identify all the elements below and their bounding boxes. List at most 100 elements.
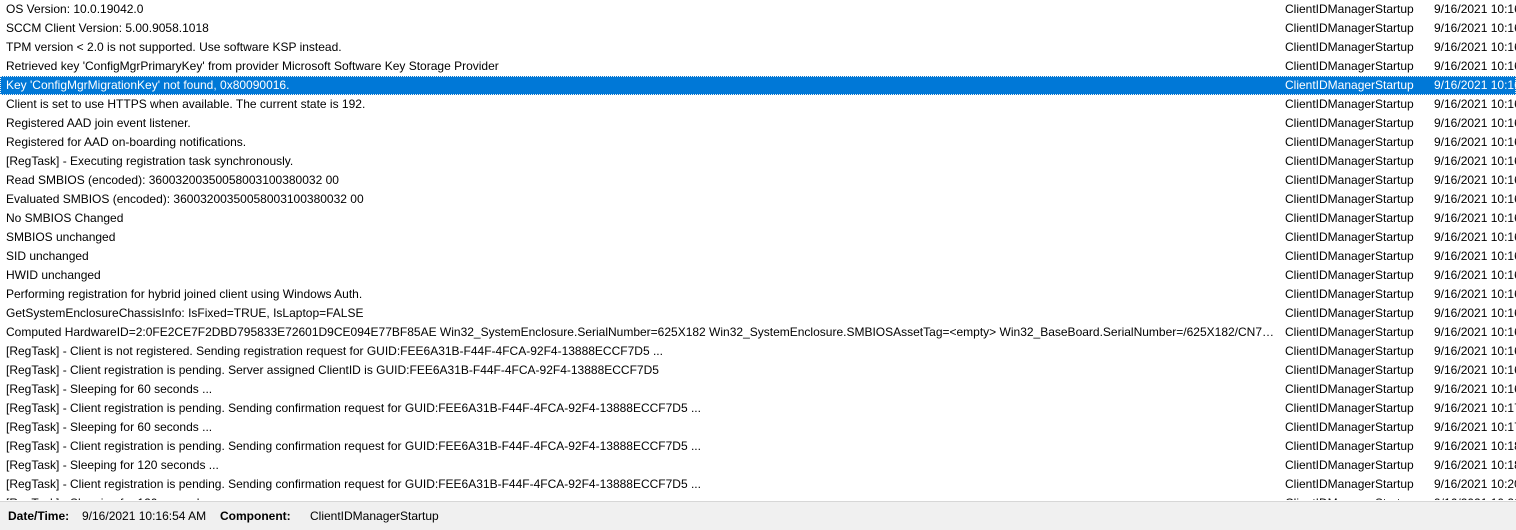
log-component: ClientIDManagerStartup bbox=[1285, 268, 1414, 282]
log-row[interactable]: Client is set to use HTTPS when availabl… bbox=[0, 95, 1516, 114]
log-time: 9/16/2021 10:16 bbox=[1434, 211, 1516, 225]
log-row[interactable]: SCCM Client Version: 5.00.9058.1018 Clien… bbox=[0, 19, 1516, 38]
component-value: ClientIDManagerStartup bbox=[310, 509, 439, 523]
log-component: ClientIDManagerStartup bbox=[1285, 78, 1414, 92]
log-message: SID unchanged bbox=[6, 249, 89, 263]
log-message: HWID unchanged bbox=[6, 268, 101, 282]
log-row[interactable]: [RegTask] - Sleeping for 120 seconds ...… bbox=[0, 494, 1516, 500]
log-message: Registered for AAD on-boarding notificat… bbox=[6, 135, 247, 149]
log-time: 9/16/2021 10:16 bbox=[1434, 249, 1516, 263]
log-component: ClientIDManagerStartup bbox=[1285, 135, 1414, 149]
log-row[interactable]: Retrieved key 'ConfigMgrPrimaryKey' from… bbox=[0, 57, 1516, 76]
log-component: ClientIDManagerStartup bbox=[1285, 306, 1414, 320]
log-time: 9/16/2021 10:16 bbox=[1434, 116, 1516, 130]
log-row[interactable]: [RegTask] - Sleeping for 60 seconds ... C… bbox=[0, 380, 1516, 399]
log-message: [RegTask] - Sleeping for 60 seconds ... bbox=[6, 382, 213, 396]
log-message: Read SMBIOS (encoded): 36003200350058003… bbox=[6, 173, 339, 187]
log-component: ClientIDManagerStartup bbox=[1285, 116, 1414, 130]
log-time: 9/16/2021 10:16 bbox=[1434, 78, 1516, 92]
log-row[interactable]: [RegTask] - Client registration is pendi… bbox=[0, 437, 1516, 456]
log-time: 9/16/2021 10:17 bbox=[1434, 420, 1516, 434]
log-component: ClientIDManagerStartup bbox=[1285, 2, 1414, 16]
log-component: ClientIDManagerStartup bbox=[1285, 325, 1414, 339]
log-time: 9/16/2021 10:16 bbox=[1434, 135, 1516, 149]
log-time: 9/16/2021 10:16 bbox=[1434, 268, 1516, 282]
log-row[interactable]: TPM version < 2.0 is not supported. Use … bbox=[0, 38, 1516, 57]
log-row[interactable]: Key 'ConfigMgrMigrationKey' not found, 0… bbox=[0, 76, 1516, 95]
log-time: 9/16/2021 10:16 bbox=[1434, 21, 1516, 35]
log-component: ClientIDManagerStartup bbox=[1285, 40, 1414, 54]
log-message: SMBIOS unchanged bbox=[6, 230, 116, 244]
log-component: ClientIDManagerStartup bbox=[1285, 477, 1414, 491]
log-message: [RegTask] - Sleeping for 60 seconds ... bbox=[6, 420, 213, 434]
log-component: ClientIDManagerStartup bbox=[1285, 59, 1414, 73]
log-time: 9/16/2021 10:16 bbox=[1434, 344, 1516, 358]
log-component: ClientIDManagerStartup bbox=[1285, 154, 1414, 168]
log-list[interactable]: OS Version: 10.0.19042.0 ClientIDManagerS… bbox=[0, 0, 1516, 500]
log-component: ClientIDManagerStartup bbox=[1285, 458, 1414, 472]
log-row[interactable]: Computed HardwareID=2:0FE2CE7F2DBD795833… bbox=[0, 323, 1516, 342]
log-row[interactable]: Read SMBIOS (encoded): 36003200350058003… bbox=[0, 171, 1516, 190]
log-time: 9/16/2021 10:18 bbox=[1434, 439, 1516, 453]
log-time: 9/16/2021 10:16 bbox=[1434, 382, 1516, 396]
log-row[interactable]: [RegTask] - Sleeping for 60 seconds ... C… bbox=[0, 418, 1516, 437]
log-row[interactable]: [RegTask] - Executing registration task … bbox=[0, 152, 1516, 171]
log-message: GetSystemEnclosureChassisInfo: IsFixed=T… bbox=[6, 306, 364, 320]
log-message: Retrieved key 'ConfigMgrPrimaryKey' from… bbox=[6, 59, 499, 73]
log-message: [RegTask] - Sleeping for 120 seconds ... bbox=[6, 458, 219, 472]
log-row[interactable]: [RegTask] - Sleeping for 120 seconds ...… bbox=[0, 456, 1516, 475]
log-time: 9/16/2021 10:16 bbox=[1434, 59, 1516, 73]
log-component: ClientIDManagerStartup bbox=[1285, 21, 1414, 35]
log-time: 9/16/2021 10:18 bbox=[1434, 458, 1516, 472]
log-time: 9/16/2021 10:17 bbox=[1434, 401, 1516, 415]
log-time: 9/16/2021 10:16 bbox=[1434, 2, 1516, 16]
log-time: 9/16/2021 10:20 bbox=[1434, 477, 1516, 491]
log-time: 9/16/2021 10:16 bbox=[1434, 306, 1516, 320]
details-pane: Date/Time: 9/16/2021 10:16:54 AM Compone… bbox=[0, 501, 1516, 530]
log-time: 9/16/2021 10:16 bbox=[1434, 287, 1516, 301]
log-time: 9/16/2021 10:16 bbox=[1434, 40, 1516, 54]
datetime-value: 9/16/2021 10:16:54 AM bbox=[82, 509, 207, 523]
log-message: OS Version: 10.0.19042.0 bbox=[6, 2, 144, 16]
log-message: Registered AAD join event listener. bbox=[6, 116, 191, 130]
log-time: 9/16/2021 10:16 bbox=[1434, 363, 1516, 377]
log-time: 9/16/2021 10:16 bbox=[1434, 97, 1516, 111]
log-time: 9/16/2021 10:16 bbox=[1434, 192, 1516, 206]
log-message: Computed HardwareID=2:0FE2CE7F2DBD795833… bbox=[6, 325, 1276, 339]
log-component: ClientIDManagerStartup bbox=[1285, 401, 1414, 415]
log-row[interactable]: Evaluated SMBIOS (encoded): 360032003500… bbox=[0, 190, 1516, 209]
log-component: ClientIDManagerStartup bbox=[1285, 344, 1414, 358]
log-row[interactable]: No SMBIOS Changed ClientIDManagerStartup 9… bbox=[0, 209, 1516, 228]
log-row[interactable]: Registered AAD join event listener. Clien… bbox=[0, 114, 1516, 133]
log-message: [RegTask] - Executing registration task … bbox=[6, 154, 294, 168]
log-component: ClientIDManagerStartup bbox=[1285, 363, 1414, 377]
log-row[interactable]: OS Version: 10.0.19042.0 ClientIDManagerS… bbox=[0, 0, 1516, 19]
log-row[interactable]: SID unchanged ClientIDManagerStartup 9/16/… bbox=[0, 247, 1516, 266]
log-message: Key 'ConfigMgrMigrationKey' not found, 0… bbox=[6, 78, 290, 92]
log-message: [RegTask] - Client registration is pendi… bbox=[6, 401, 701, 415]
log-row[interactable]: [RegTask] - Client registration is pendi… bbox=[0, 399, 1516, 418]
log-row[interactable]: Registered for AAD on-boarding notificat… bbox=[0, 133, 1516, 152]
log-message: [RegTask] - Client registration is pendi… bbox=[6, 363, 659, 377]
log-time: 9/16/2021 10:16 bbox=[1434, 173, 1516, 187]
log-row[interactable]: HWID unchanged ClientIDManagerStartup 9/16… bbox=[0, 266, 1516, 285]
log-row[interactable]: SMBIOS unchanged ClientIDManagerStartup 9/… bbox=[0, 228, 1516, 247]
log-row[interactable]: GetSystemEnclosureChassisInfo: IsFixed=T… bbox=[0, 304, 1516, 323]
log-time: 9/16/2021 10:16 bbox=[1434, 230, 1516, 244]
log-message: [RegTask] - Client registration is pendi… bbox=[6, 477, 701, 491]
log-message: Performing registration for hybrid joine… bbox=[6, 287, 363, 301]
log-row[interactable]: Performing registration for hybrid joine… bbox=[0, 285, 1516, 304]
log-component: ClientIDManagerStartup bbox=[1285, 287, 1414, 301]
log-component: ClientIDManagerStartup bbox=[1285, 230, 1414, 244]
log-message: Client is set to use HTTPS when availabl… bbox=[6, 97, 366, 111]
log-message: No SMBIOS Changed bbox=[6, 211, 124, 225]
log-message: [RegTask] - Sleeping for 120 seconds ... bbox=[6, 494, 1276, 500]
log-component: ClientIDManagerStartup bbox=[1285, 97, 1414, 111]
log-component: ClientIDManagerStartup bbox=[1285, 439, 1414, 453]
component-label: Component: bbox=[220, 509, 291, 523]
log-row[interactable]: [RegTask] - Client registration is pendi… bbox=[0, 361, 1516, 380]
log-row[interactable]: [RegTask] - Client is not registered. Se… bbox=[0, 342, 1516, 361]
log-row[interactable]: [RegTask] - Client registration is pendi… bbox=[0, 475, 1516, 494]
log-component: ClientIDManagerStartup bbox=[1285, 249, 1414, 263]
log-message: TPM version < 2.0 is not supported. Use … bbox=[6, 40, 342, 54]
